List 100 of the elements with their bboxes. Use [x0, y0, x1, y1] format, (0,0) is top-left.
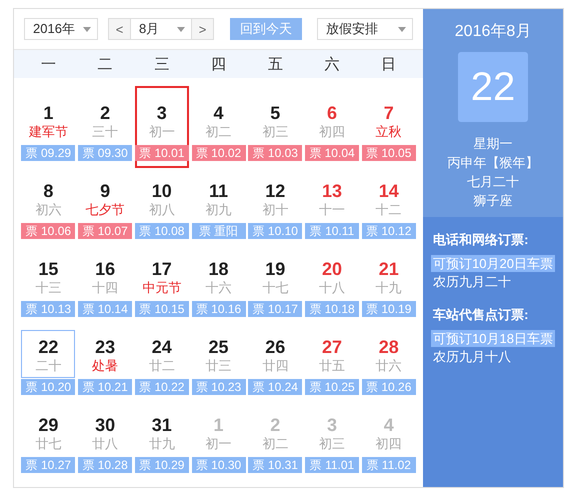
ticket-label: 票 10.16	[192, 301, 246, 317]
ticket-label: 票 10.15	[134, 301, 189, 317]
lunar-date: 立秋	[376, 123, 402, 141]
lunar-date: 初二	[262, 435, 288, 453]
day-number: 7	[384, 103, 394, 123]
ticket-label: 票 10.22	[134, 379, 189, 395]
ticket-label: 票 10.13	[21, 301, 76, 317]
day-number: 3	[326, 415, 337, 435]
ticket-label: 票 10.26	[362, 379, 416, 395]
lunar-date: 十二	[376, 201, 402, 219]
ticket-label: 票 10.30	[192, 457, 246, 473]
day-number: 29	[38, 415, 58, 435]
day-number: 4	[214, 103, 224, 123]
day-number: 25	[208, 337, 229, 357]
lunar-date: 十六	[206, 279, 232, 297]
weekday-label: 六	[324, 54, 340, 74]
weekday-label: 三	[154, 54, 170, 74]
lunar-date: 廿三	[206, 357, 232, 375]
caret-icon	[398, 26, 406, 32]
ticket-label: 票 10.21	[78, 379, 132, 395]
ticket-label: 票 10.12	[362, 223, 416, 239]
ticket-label: 票 10.05	[362, 145, 416, 161]
ticket-label: 票 10.07	[78, 223, 132, 239]
day-number: 1	[43, 103, 54, 123]
lunar-date: 十八	[318, 279, 345, 297]
lunar-date: 建军节	[28, 123, 68, 141]
ticket-label: 票 10.31	[248, 457, 302, 473]
year-select[interactable]: 2016年	[24, 18, 98, 40]
ticket-label: 票 10.17	[248, 301, 302, 317]
lunar-date: 七夕节	[86, 201, 125, 219]
lunar-date-line: 农历九月十八	[432, 348, 512, 366]
month-title: 2016年8月	[454, 22, 532, 42]
day-number: 10	[152, 181, 172, 201]
lunar-date: 廿八	[92, 435, 118, 453]
lunar-date: 初三	[318, 435, 345, 453]
lunar-date: 十四	[92, 279, 118, 297]
lunar-date: 三十	[92, 123, 118, 141]
lunar-date: 初一	[206, 435, 232, 453]
lunar-date: 廿五	[318, 357, 345, 375]
day-number: 20	[322, 259, 342, 279]
lunar-date-line: 农历九月二十	[432, 273, 512, 291]
lunar-date: 初六	[35, 201, 62, 219]
section-heading: 电话和网络订票:	[433, 231, 530, 249]
date-detail: 星期一	[474, 135, 513, 153]
weekday-label: 日	[381, 54, 396, 74]
lunar-date: 初四	[376, 435, 402, 453]
weekday-label: 五	[268, 54, 283, 74]
ticket-label: 票 09.30	[78, 145, 132, 161]
ticket-label: 票 10.01	[134, 145, 189, 161]
day-number: 23	[95, 337, 116, 357]
lunar-date: 初九	[206, 201, 232, 219]
lunar-date: 初一	[148, 123, 175, 141]
day-cell[interactable]: 29 廿七 票 10.27	[21, 398, 76, 480]
day-number: 14	[378, 181, 399, 201]
ticket-label: 票 10.04	[304, 145, 359, 161]
day-number: 28	[378, 337, 399, 357]
day-number: 6	[326, 103, 337, 123]
ticket-label: 票 11.01	[304, 457, 359, 473]
day-number: 11	[209, 181, 228, 201]
day-number: 8	[43, 181, 54, 201]
lunar-date: 初三	[262, 123, 288, 141]
day-number: 19	[265, 259, 286, 279]
lunar-date: 十一	[318, 201, 345, 219]
ticket-label: 票 10.24	[248, 379, 302, 395]
day-cell[interactable]: 3 初一 票 10.01	[134, 86, 189, 168]
weekday-label: 一	[40, 54, 56, 74]
lunar-date: 初二	[206, 123, 232, 141]
ticket-label: 票 10.14	[78, 301, 132, 317]
ticket-label: 票 10.08	[134, 223, 189, 239]
ticket-label: 票 10.20	[21, 379, 76, 395]
day-number: 2	[270, 415, 280, 435]
ticket-label: 票 重阳	[192, 223, 246, 239]
day-number: 12	[265, 181, 286, 201]
ticket-label: 票 10.18	[304, 301, 359, 317]
ticket-label: 票 10.27	[21, 457, 76, 473]
day-number: 5	[270, 103, 280, 123]
ticket-label: 票 10.03	[248, 145, 302, 161]
day-number: 13	[322, 181, 342, 201]
lunar-date: 廿二	[148, 357, 175, 375]
ticket-label: 票 10.23	[192, 379, 246, 395]
date-detail: 七月二十	[467, 173, 520, 191]
day-number: 31	[152, 415, 172, 435]
ticket-label: 票 10.25	[304, 379, 359, 395]
holiday-select[interactable]: 放假安排	[317, 18, 414, 40]
ticket-label: 票 09.29	[21, 145, 76, 161]
day-number: 18	[208, 259, 229, 279]
date-detail: 丙申年【猴年】	[448, 154, 539, 172]
day-number: 9	[100, 181, 110, 201]
day-number: 1	[214, 415, 224, 435]
lunar-date: 处暑	[92, 357, 118, 375]
day-number: 26	[265, 337, 286, 357]
day-number: 3	[156, 103, 167, 123]
caret-icon	[83, 26, 91, 32]
lunar-date: 廿六	[376, 357, 402, 375]
lunar-date: 廿七	[35, 435, 62, 453]
ticket-label: 票 10.19	[362, 301, 416, 317]
booking-notice: 可预订10月20日车票	[431, 255, 555, 272]
ticket-label: 票 10.28	[78, 457, 132, 473]
day-number: 30	[95, 415, 116, 435]
lunar-date: 十九	[376, 279, 402, 297]
